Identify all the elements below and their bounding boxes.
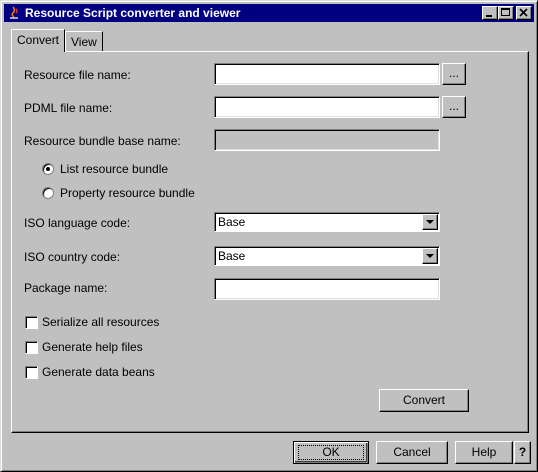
data-beans-label[interactable]: Generate data beans (42, 365, 155, 379)
iso-country-value: Base (218, 249, 246, 263)
serialize-checkbox[interactable] (25, 316, 38, 329)
iso-language-value: Base (218, 215, 246, 229)
data-beans-checkbox[interactable] (25, 366, 38, 379)
list-bundle-radio[interactable] (42, 163, 54, 175)
property-bundle-radio[interactable] (42, 187, 54, 199)
package-name-field[interactable] (214, 278, 440, 300)
minimize-icon (486, 15, 492, 17)
iso-country-select[interactable]: Base (214, 246, 440, 266)
context-help-button[interactable]: ? (514, 441, 531, 464)
cancel-button[interactable]: Cancel (376, 441, 448, 464)
minimize-button[interactable] (482, 6, 498, 20)
close-button[interactable] (516, 6, 532, 20)
serialize-label[interactable]: Serialize all resources (42, 315, 159, 329)
resource-file-browse-button[interactable]: ... (442, 63, 466, 85)
iso-language-select[interactable]: Base (214, 212, 440, 232)
pdml-file-input[interactable] (215, 97, 439, 117)
resource-file-input[interactable] (215, 64, 439, 84)
iso-language-label: ISO language code: (24, 216, 131, 230)
focus-rectangle (298, 445, 364, 460)
chevron-down-icon[interactable] (422, 214, 438, 230)
list-bundle-label[interactable]: List resource bundle (60, 162, 168, 176)
property-bundle-label[interactable]: Property resource bundle (60, 186, 195, 200)
pdml-file-field[interactable] (214, 96, 440, 118)
ok-button[interactable]: OK (293, 441, 369, 464)
tab-convert[interactable]: Convert (11, 29, 65, 52)
help-files-label[interactable]: Generate help files (42, 340, 143, 354)
pdml-file-label: PDML file name: (24, 101, 113, 115)
convert-button[interactable]: Convert (379, 389, 469, 412)
bundle-base-input (215, 130, 439, 150)
java-app-icon (7, 5, 21, 21)
close-icon (519, 8, 528, 17)
pdml-file-browse-button[interactable]: ... (442, 96, 466, 118)
title-bar[interactable]: Resource Script converter and viewer (4, 4, 534, 22)
window-title: Resource Script converter and viewer (25, 6, 241, 20)
convert-panel: Resource file name: ... PDML file name: … (11, 51, 529, 433)
iso-country-label: ISO country code: (24, 250, 121, 264)
help-button[interactable]: Help (455, 441, 513, 464)
package-name-input[interactable] (215, 279, 439, 299)
resource-file-field[interactable] (214, 63, 440, 85)
tab-view[interactable]: View (65, 31, 103, 51)
maximize-button[interactable] (498, 6, 514, 20)
maximize-icon (501, 8, 510, 16)
help-files-checkbox[interactable] (25, 341, 38, 354)
bundle-base-field (214, 129, 440, 151)
resource-file-label: Resource file name: (24, 68, 131, 82)
chevron-down-icon[interactable] (422, 248, 438, 264)
package-name-label: Package name: (24, 281, 108, 295)
converter-window: Resource Script converter and viewer Con… (0, 0, 538, 472)
bundle-base-label: Resource bundle base name: (24, 134, 181, 148)
